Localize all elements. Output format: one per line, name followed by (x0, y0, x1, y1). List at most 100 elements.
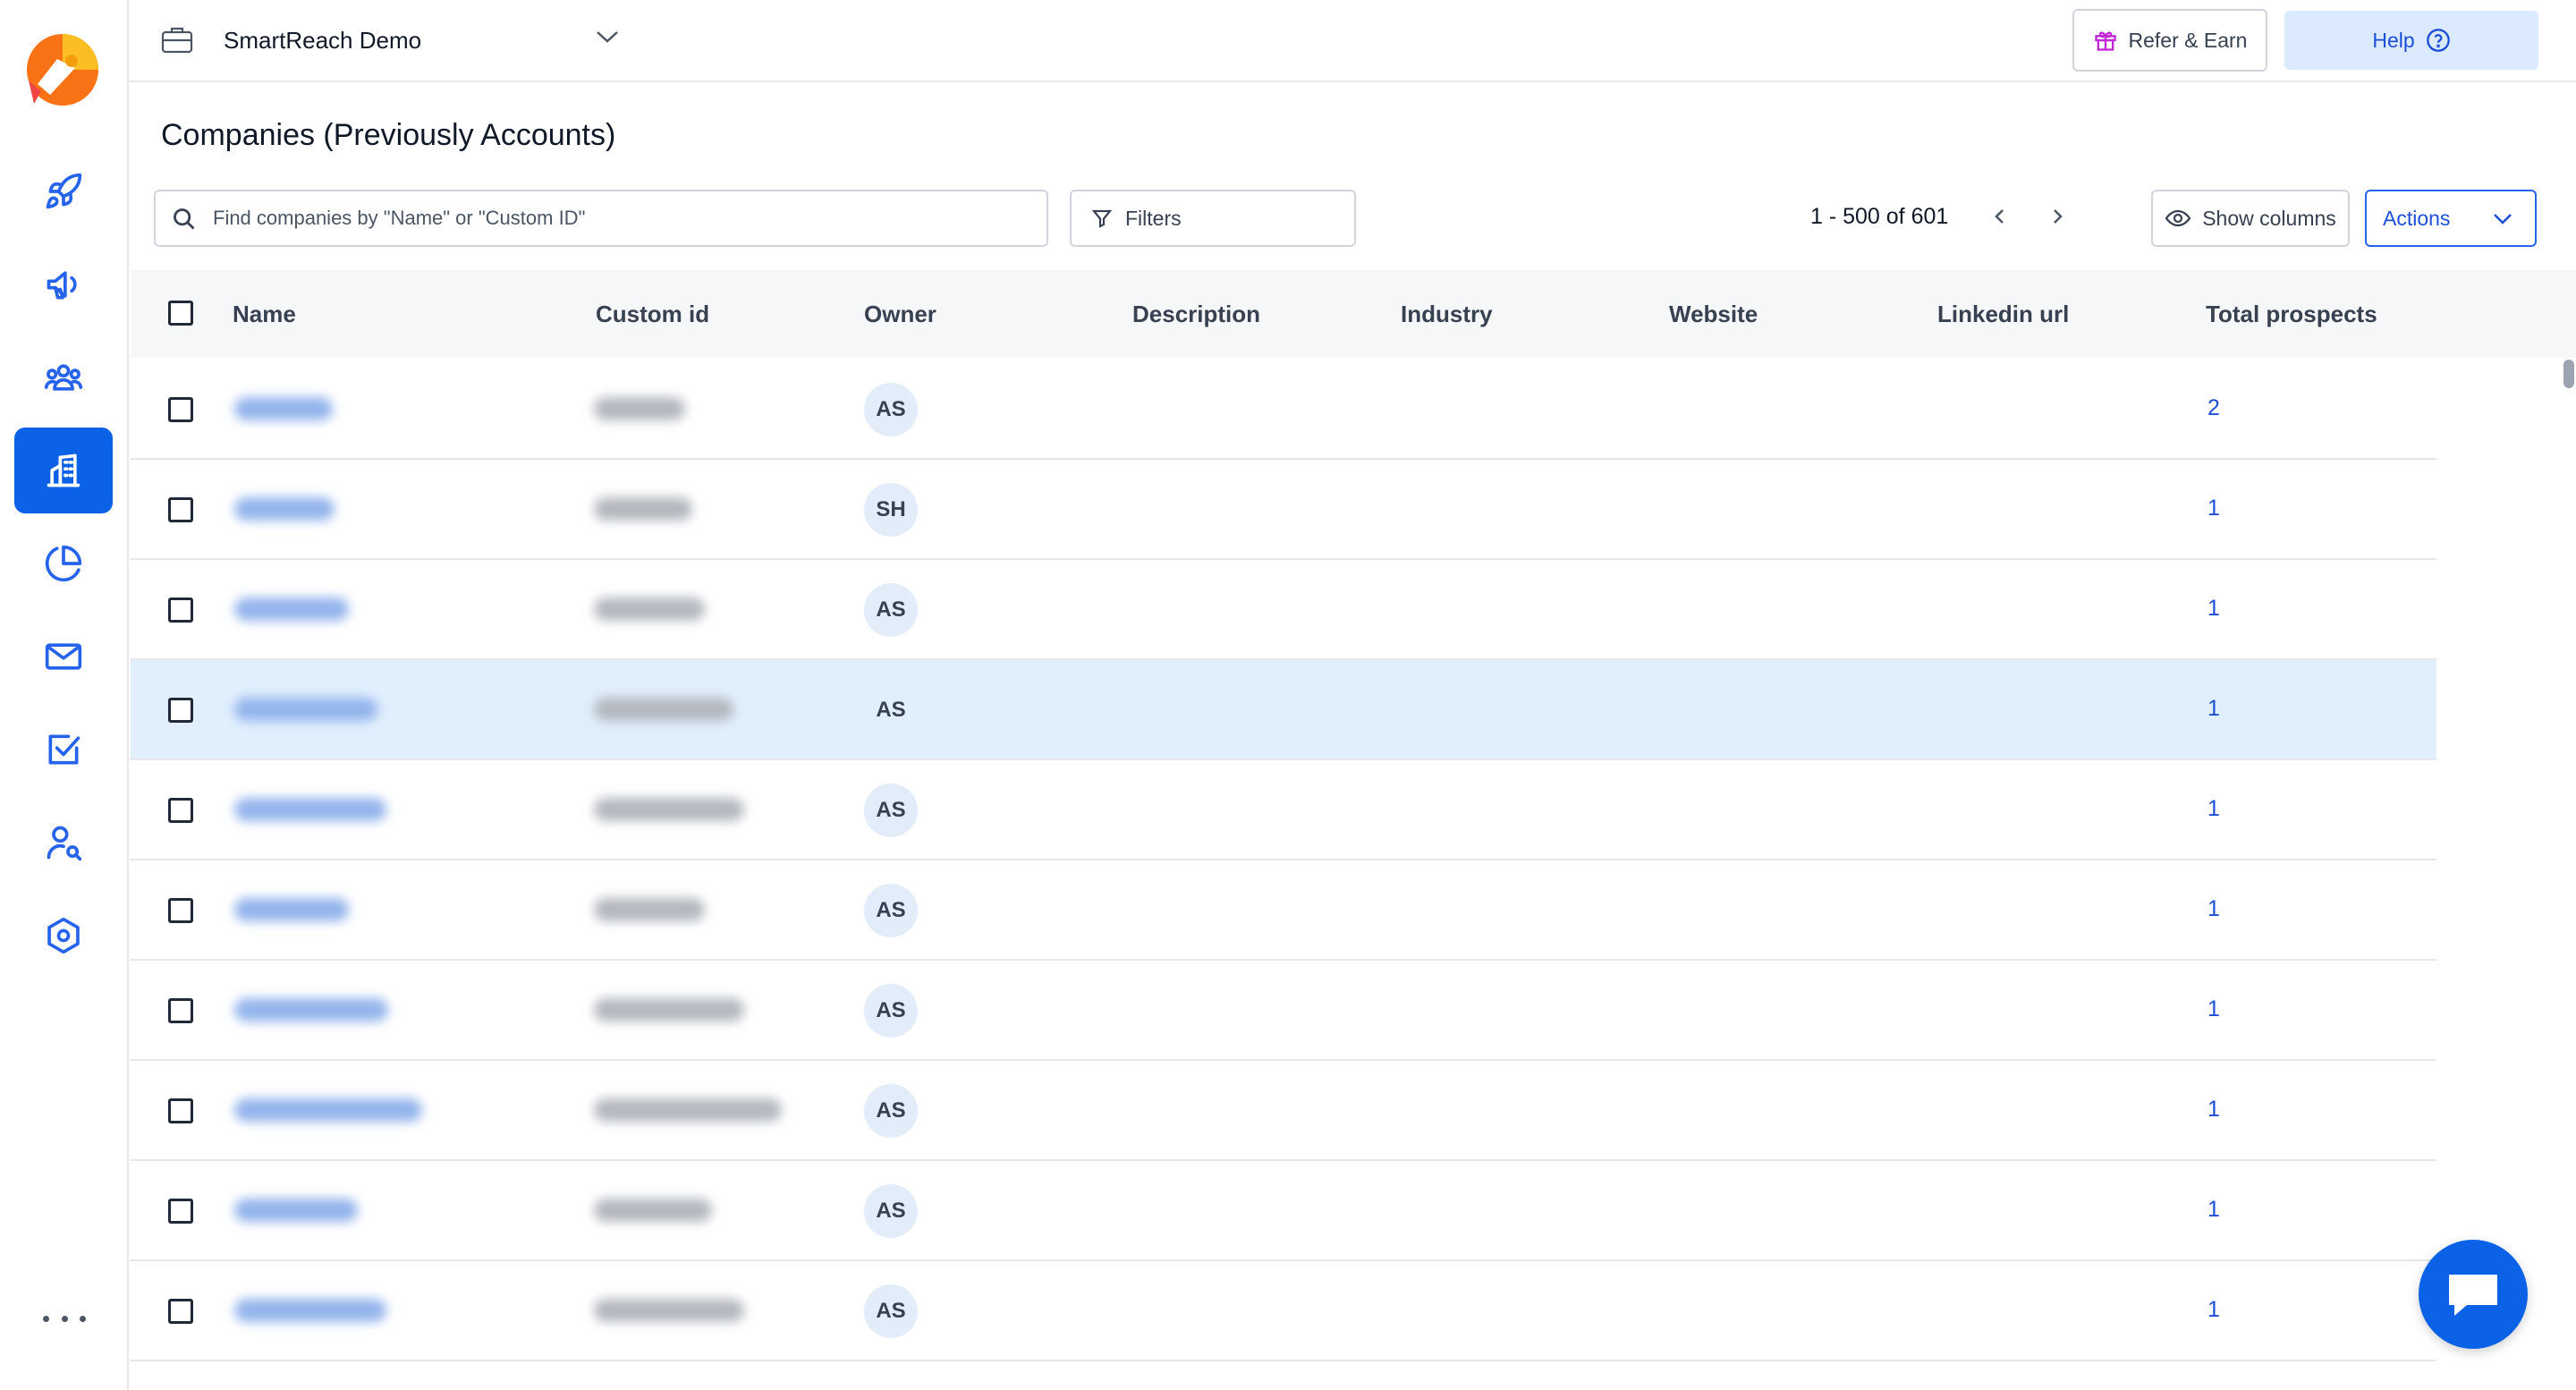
column-header-website[interactable]: Website (1669, 301, 1758, 328)
row-checkbox[interactable] (168, 1199, 193, 1224)
row-checkbox[interactable] (168, 598, 193, 623)
refer-earn-label: Refer & Earn (2128, 28, 2248, 52)
total-prospects-link[interactable]: 1 (2207, 496, 2220, 521)
page-title: Companies (Previously Accounts) (161, 118, 616, 152)
smartreach-logo[interactable] (25, 32, 100, 107)
column-header-name[interactable]: Name (233, 301, 296, 328)
column-header-linkedin-url[interactable]: Linkedin url (1937, 301, 2069, 328)
custom-id-redacted (594, 1098, 782, 1122)
table-row[interactable]: SH 1 (131, 460, 2436, 560)
table-row[interactable]: AS 1 (131, 961, 2436, 1061)
company-name-redacted[interactable] (234, 798, 386, 821)
total-prospects-link[interactable]: 2 (2207, 395, 2220, 421)
actions-dropdown[interactable]: Actions (2365, 190, 2537, 247)
column-header-total-prospects[interactable]: Total prospects (2206, 301, 2377, 328)
briefcase-icon (161, 25, 193, 54)
search-box (154, 190, 1048, 247)
sidebar (0, 0, 129, 1390)
owner-avatar: AS (864, 884, 918, 937)
megaphone-icon (47, 271, 77, 300)
owner-avatar: SH (864, 483, 918, 537)
total-prospects-link[interactable]: 1 (2207, 1297, 2220, 1323)
custom-id-redacted (594, 1199, 712, 1222)
table-row[interactable]: AS 1 (131, 560, 2436, 660)
custom-id-redacted (594, 397, 685, 420)
help-button[interactable]: Help (2284, 11, 2538, 70)
table-row[interactable]: AS 1 (131, 760, 2436, 860)
column-header-description[interactable]: Description (1132, 301, 1260, 328)
nav-tasks[interactable] (14, 707, 113, 792)
company-name-redacted[interactable] (234, 497, 335, 521)
chevron-right-icon (2054, 209, 2063, 224)
total-prospects-link[interactable]: 1 (2207, 996, 2220, 1022)
search-input[interactable] (213, 191, 1036, 245)
column-header-custom-id[interactable]: Custom id (596, 301, 709, 328)
company-name-redacted[interactable] (234, 1199, 358, 1222)
custom-id-redacted (594, 598, 705, 621)
building-icon (47, 453, 80, 487)
next-page-button[interactable] (2043, 202, 2072, 231)
total-prospects-link[interactable]: 1 (2207, 896, 2220, 922)
prev-page-button[interactable] (1986, 202, 2014, 231)
company-name-redacted[interactable] (234, 898, 349, 921)
gift-icon (2094, 31, 2116, 51)
total-prospects-link[interactable]: 1 (2207, 796, 2220, 822)
row-checkbox[interactable] (168, 397, 193, 422)
person-search-icon (47, 826, 82, 861)
total-prospects-link[interactable]: 1 (2207, 1097, 2220, 1123)
owner-avatar: AS (864, 383, 918, 436)
help-circle-icon (2426, 29, 2450, 52)
chevron-down-icon[interactable] (594, 27, 621, 47)
nav-settings[interactable] (14, 893, 113, 979)
chat-widget-button[interactable] (2419, 1240, 2528, 1349)
show-columns-button[interactable]: Show columns (2151, 190, 2350, 247)
row-checkbox[interactable] (168, 698, 193, 723)
table-row[interactable]: AS 1 (131, 1161, 2436, 1261)
nav-lead-finder[interactable] (14, 800, 113, 886)
scrollbar-thumb[interactable] (2563, 360, 2574, 388)
more-menu-icon[interactable] (43, 1311, 86, 1326)
table-row[interactable]: AS 1 (131, 660, 2436, 760)
search-icon (174, 208, 195, 230)
column-header-industry[interactable]: Industry (1401, 301, 1493, 328)
company-name-redacted[interactable] (234, 698, 377, 721)
total-prospects-link[interactable]: 1 (2207, 596, 2220, 622)
nav-campaigns[interactable] (14, 242, 113, 327)
company-name-redacted[interactable] (234, 598, 349, 621)
row-checkbox[interactable] (168, 798, 193, 823)
refer-earn-button[interactable]: Refer & Earn (2072, 9, 2267, 72)
custom-id-redacted (594, 898, 705, 921)
owner-avatar: AS (864, 1084, 918, 1138)
select-all-checkbox[interactable] (168, 301, 193, 326)
row-checkbox[interactable] (168, 1299, 193, 1324)
nav-prospects[interactable] (14, 335, 113, 420)
owner-avatar: AS (876, 698, 906, 722)
row-checkbox[interactable] (168, 497, 193, 522)
total-prospects-link[interactable]: 1 (2207, 1197, 2220, 1223)
company-name-redacted[interactable] (234, 998, 388, 1021)
custom-id-redacted (594, 497, 692, 521)
nav-reports[interactable] (14, 521, 113, 606)
filters-button[interactable]: Filters (1070, 190, 1356, 247)
topbar: SmartReach Demo Refer & Earn Help (129, 0, 2576, 82)
table-row[interactable]: AS 2 (131, 360, 2436, 460)
filters-label: Filters (1125, 206, 1182, 230)
row-checkbox[interactable] (168, 898, 193, 923)
table-row[interactable]: AS 1 (131, 860, 2436, 961)
column-header-owner[interactable]: Owner (864, 301, 936, 328)
custom-id-redacted (594, 798, 744, 821)
company-name-redacted[interactable] (234, 1299, 386, 1322)
total-prospects-link[interactable]: 1 (2207, 696, 2220, 722)
checkbox-icon (48, 734, 80, 765)
nav-companies[interactable] (14, 428, 113, 513)
actions-label: Actions (2383, 206, 2451, 230)
row-checkbox[interactable] (168, 998, 193, 1023)
table-row[interactable]: AS 1 (131, 1061, 2436, 1161)
company-name-redacted[interactable] (234, 397, 333, 420)
nav-inbox[interactable] (14, 614, 113, 699)
nav-rocket[interactable] (14, 148, 113, 234)
company-name-redacted[interactable] (234, 1098, 422, 1122)
workspace-name[interactable]: SmartReach Demo (224, 27, 421, 55)
table-row[interactable]: AS 1 (131, 1261, 2436, 1361)
row-checkbox[interactable] (168, 1098, 193, 1123)
